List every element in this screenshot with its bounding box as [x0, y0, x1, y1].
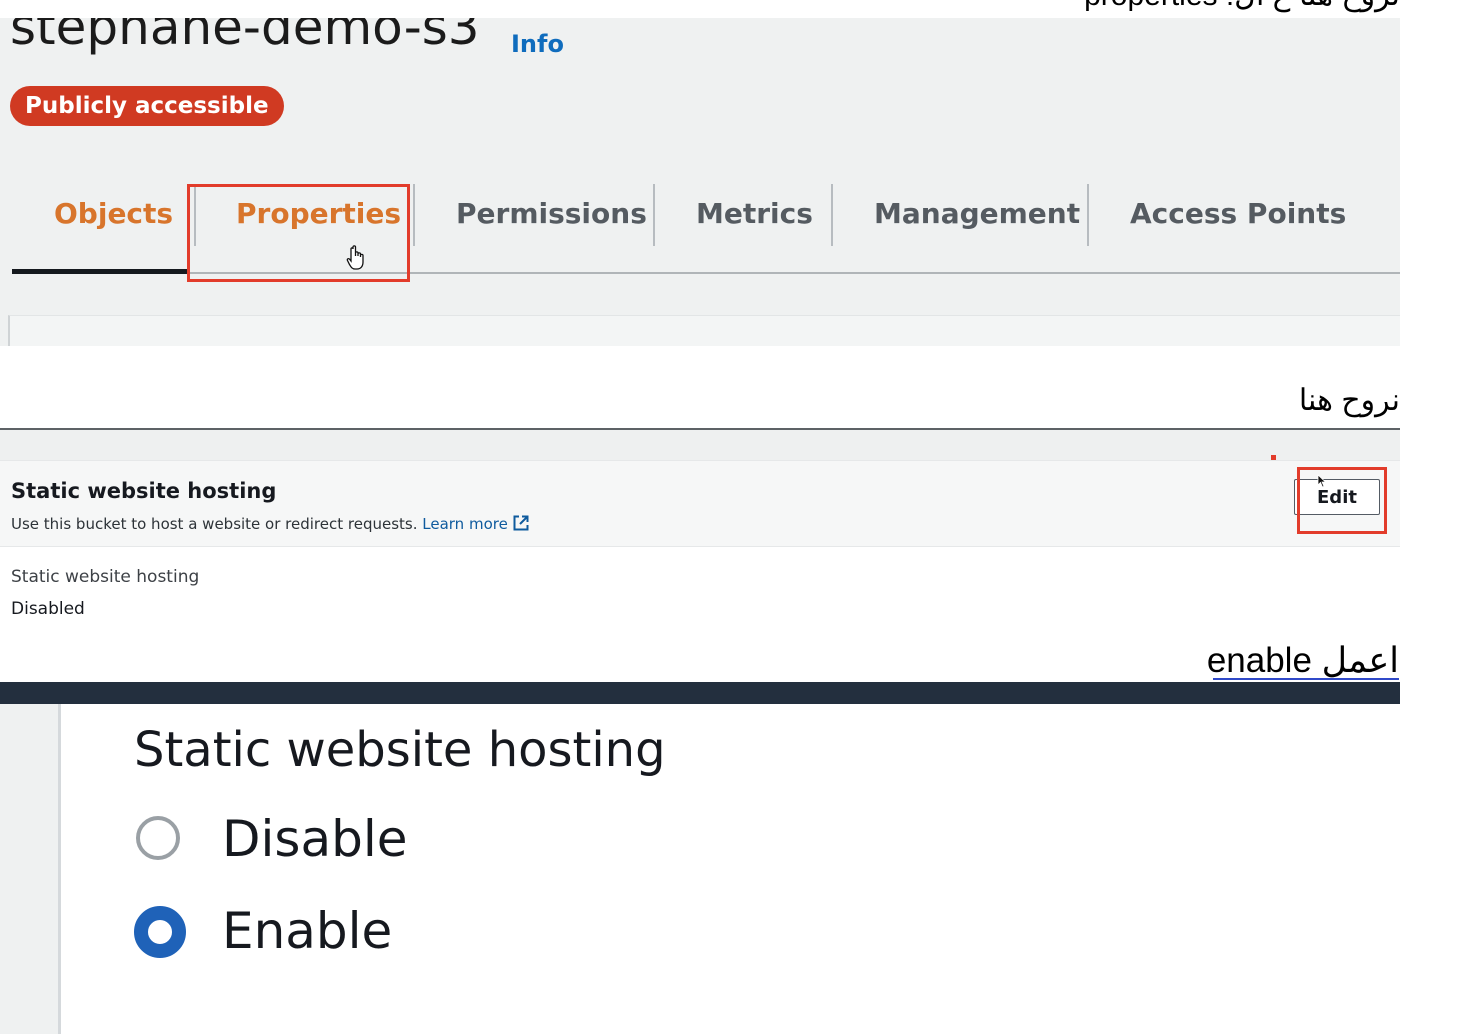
properties-highlight-box: [187, 184, 410, 282]
section-description: Use this bucket to host a website or red…: [11, 514, 530, 533]
tab-permissions[interactable]: Permissions: [456, 184, 647, 244]
arrow-cursor-icon: [1317, 474, 1327, 488]
disable-radio-label[interactable]: Disable: [222, 810, 407, 868]
learn-more-link[interactable]: Learn more: [422, 515, 530, 533]
tab-active-indicator: [12, 269, 188, 274]
edit-highlight-box: [1297, 467, 1387, 534]
external-link-icon: [513, 515, 529, 531]
section-header: Static website hosting Use this bucket t…: [0, 460, 1400, 547]
edit-form-title: Static website hosting: [134, 722, 666, 778]
info-link[interactable]: Info: [511, 30, 564, 58]
tab-divider: [831, 184, 833, 246]
section-spacer: [0, 430, 1400, 460]
disable-radio[interactable]: [136, 816, 180, 860]
console-top-bar: [0, 682, 1400, 704]
instruction-annotation-bottom: اعمل enable: [1206, 641, 1399, 680]
instruction-annotation-middle: نروح هنا: [1298, 384, 1400, 417]
learn-more-label: Learn more: [422, 515, 508, 533]
tab-divider: [413, 184, 415, 246]
instruction-annotation-top: نروح هنا ع ال: properties: [1084, 0, 1400, 13]
tab-access-points[interactable]: Access Points: [1130, 184, 1346, 244]
bucket-overview-panel: stephane-demo-s3 Info Publicly accessibl…: [0, 18, 1400, 346]
tab-metrics[interactable]: Metrics: [696, 184, 813, 244]
annotation-underline: [1213, 678, 1399, 680]
enable-radio-label[interactable]: Enable: [222, 902, 392, 960]
access-status-badge: Publicly accessible: [10, 86, 284, 126]
side-navigation-edge: [0, 704, 61, 1034]
bucket-name-heading: stephane-demo-s3: [10, 18, 480, 56]
hosting-status-value: Disabled: [11, 599, 85, 619]
tab-divider: [653, 184, 655, 246]
section-title: Static website hosting: [11, 479, 277, 503]
section-description-text: Use this bucket to host a website or red…: [11, 515, 418, 533]
hosting-status-label: Static website hosting: [11, 567, 200, 587]
edit-hosting-panel: Static website hosting Disable Enable: [0, 682, 1400, 1034]
hand-pointer-icon: [346, 245, 364, 270]
enable-radio[interactable]: [134, 906, 186, 958]
tab-objects[interactable]: Objects: [54, 184, 173, 244]
tab-management[interactable]: Management: [874, 184, 1080, 244]
tab-content-area: [8, 315, 1400, 346]
tab-divider: [1087, 184, 1089, 246]
static-hosting-section: Static website hosting Use this bucket t…: [0, 428, 1400, 640]
